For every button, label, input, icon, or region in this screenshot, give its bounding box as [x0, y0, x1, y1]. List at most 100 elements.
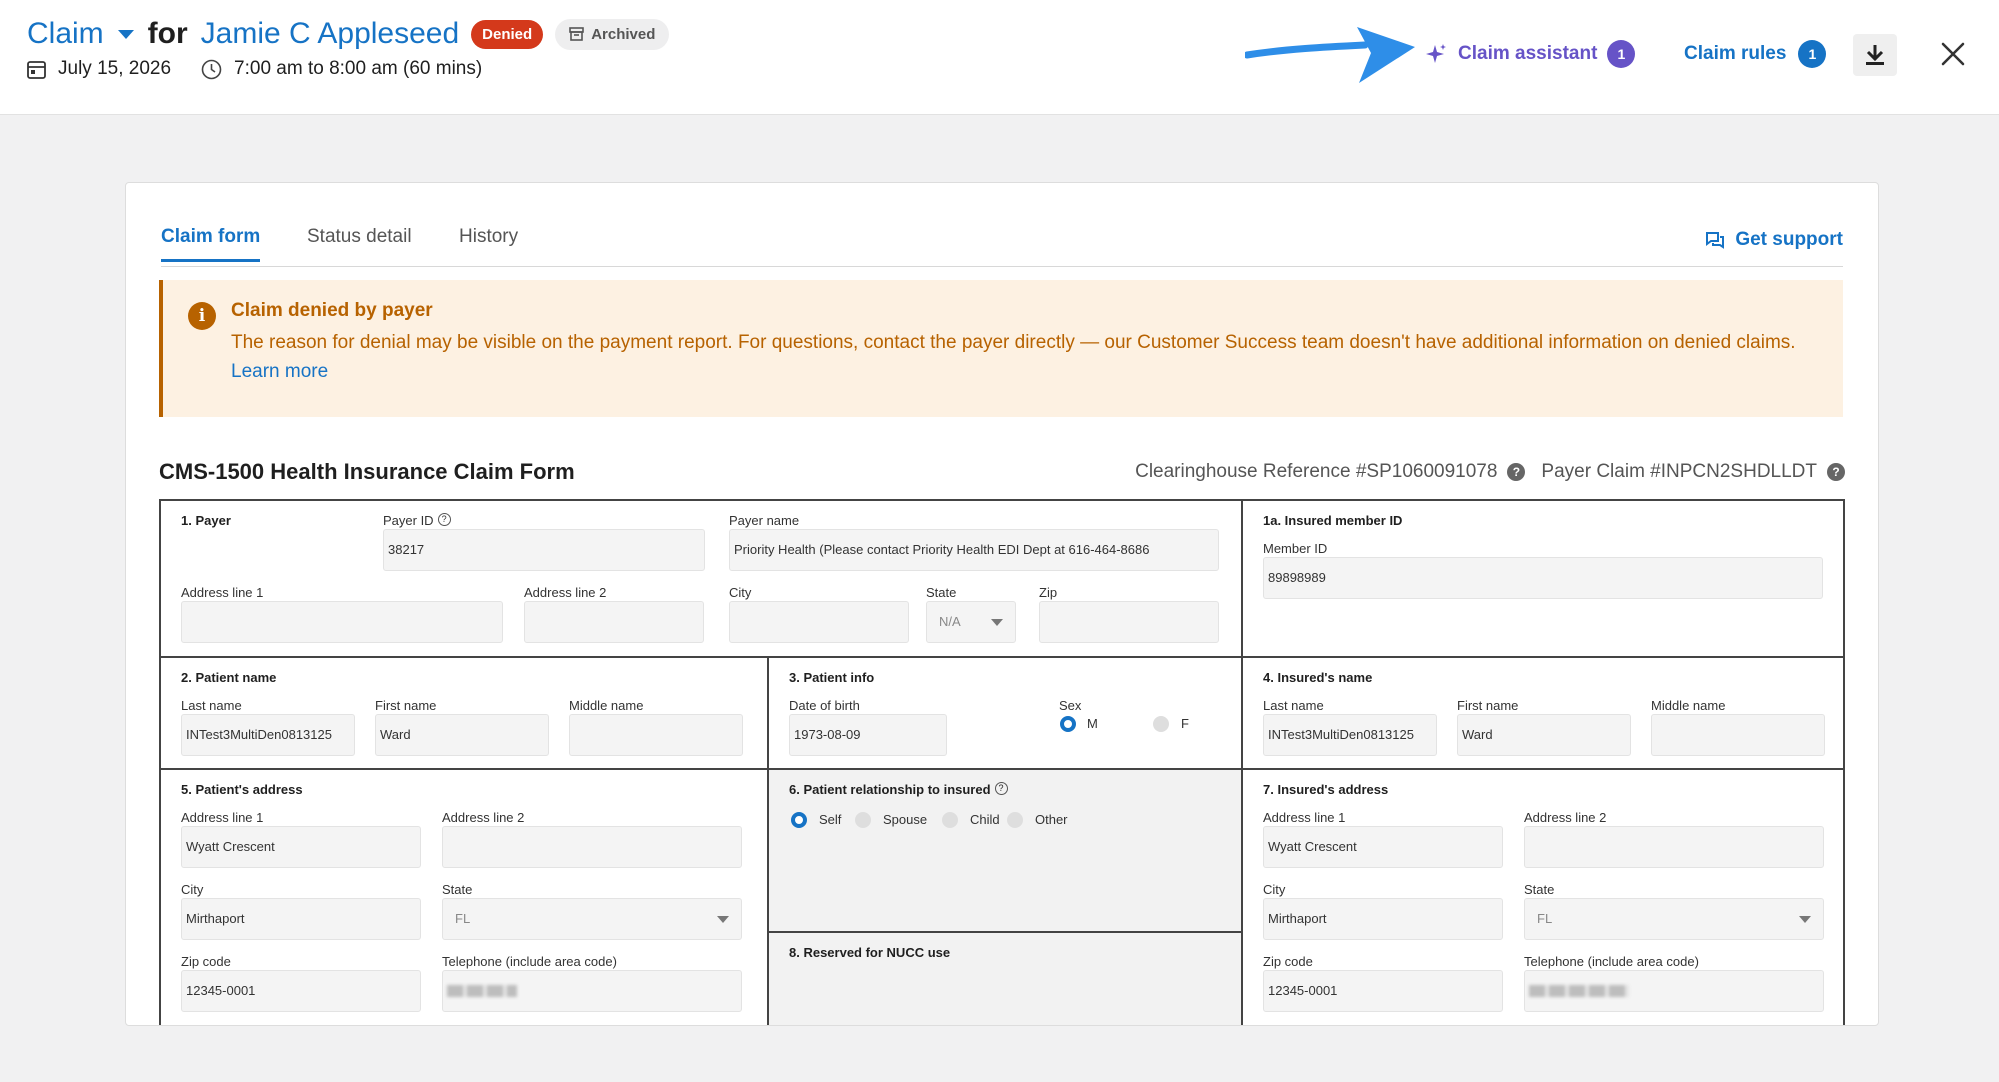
- insured-last-name-field[interactable]: INTest3MultiDen0813125: [1263, 714, 1437, 756]
- download-button[interactable]: [1853, 34, 1897, 76]
- patient-address2-field[interactable]: [442, 826, 742, 868]
- field-label: Address line 2: [524, 585, 607, 600]
- nucc-section: 8. Reserved for NUCC use: [767, 931, 1241, 1025]
- insured-first-name-field[interactable]: Ward: [1457, 714, 1631, 756]
- relationship-other-radio[interactable]: [1007, 812, 1023, 828]
- patient-state-select[interactable]: FL: [442, 898, 742, 940]
- sex-f-radio[interactable]: [1153, 716, 1169, 732]
- tab-bar: Claim form Status detail History: [161, 221, 1843, 267]
- patient-last-name-field[interactable]: INTest3MultiDen0813125: [181, 714, 355, 756]
- patient-name-link[interactable]: Jamie C Appleseed: [201, 17, 460, 51]
- payer-section: 1. Payer Payer ID? 38217 Payer name Prio…: [161, 501, 1241, 656]
- insured-name-section: 4. Insured's name Last name INTest3Multi…: [1241, 656, 1845, 768]
- payer-zip-field[interactable]: [1039, 601, 1219, 643]
- payer-address1-field[interactable]: [181, 601, 503, 643]
- get-support-button[interactable]: Get support: [1705, 229, 1843, 251]
- relationship-spouse-radio[interactable]: [855, 812, 871, 828]
- field-label: State: [442, 882, 473, 897]
- payer-id-field[interactable]: 38217: [383, 529, 705, 571]
- help-icon[interactable]: ?: [1827, 463, 1845, 481]
- help-icon[interactable]: ?: [1507, 463, 1526, 481]
- download-icon: [1866, 45, 1884, 65]
- insured-address-section: 7. Insured's address Address line 1 Wyat…: [1241, 768, 1845, 1025]
- field-label: State: [926, 585, 957, 600]
- insured-zip-field[interactable]: 12345-0001: [1263, 970, 1503, 1012]
- chevron-down-icon: [1799, 916, 1811, 923]
- payer-claim-number: Payer Claim #INPCN2SHDLLDT: [1541, 461, 1817, 482]
- section-title: 1. Payer: [181, 513, 231, 528]
- date-of-birth-field[interactable]: 1973-08-09: [789, 714, 947, 756]
- field-label: Address line 1: [181, 810, 264, 825]
- radio-label: F: [1181, 716, 1189, 731]
- tab-history[interactable]: History: [459, 226, 518, 248]
- insured-address1-field[interactable]: Wyatt Crescent: [1263, 826, 1503, 868]
- alert-body: The reason for denial may be visible on …: [231, 328, 1816, 386]
- claim-rules-label: Claim rules: [1684, 43, 1787, 64]
- relationship-self-radio[interactable]: [791, 812, 807, 828]
- claim-card: Claim form Status detail History Get sup…: [125, 182, 1879, 1026]
- section-title: 4. Insured's name: [1263, 670, 1373, 685]
- insured-phone-field[interactable]: [1524, 970, 1824, 1012]
- patient-address1-field[interactable]: Wyatt Crescent: [181, 826, 421, 868]
- claim-assistant-count: 1: [1607, 40, 1636, 68]
- section-title: 6. Patient relationship to insured?: [789, 782, 1008, 797]
- patient-zip-field[interactable]: 12345-0001: [181, 970, 421, 1012]
- field-label: Address line 2: [442, 810, 525, 825]
- patient-first-name-field[interactable]: Ward: [375, 714, 549, 756]
- info-icon: i: [188, 302, 216, 330]
- insured-state-select[interactable]: FL: [1524, 898, 1824, 940]
- sex-m-radio[interactable]: [1060, 716, 1076, 732]
- info-icon: ?: [994, 782, 1008, 795]
- select-value: FL: [455, 911, 471, 926]
- field-label: Payer ID?: [383, 513, 451, 528]
- payer-state-select[interactable]: N/A: [926, 601, 1016, 643]
- form-title: CMS-1500 Health Insurance Claim Form: [159, 459, 575, 484]
- section-title: 3. Patient info: [789, 670, 875, 685]
- chat-icon: [1706, 231, 1725, 249]
- clock-icon: [201, 59, 222, 79]
- clearinghouse-reference: Clearinghouse Reference #SP1060091078: [1135, 461, 1498, 482]
- chevron-down-icon: [717, 916, 729, 923]
- payer-name-field[interactable]: Priority Health (Please contact Priority…: [729, 529, 1219, 571]
- claim-rules-button[interactable]: Claim rules 1: [1684, 40, 1827, 68]
- patient-city-field[interactable]: Mirthaport: [181, 898, 421, 940]
- learn-more-link[interactable]: Learn more: [231, 361, 328, 382]
- chevron-down-icon[interactable]: [117, 29, 134, 39]
- appointment-time: 7:00 am to 8:00 am (60 mins): [234, 58, 483, 79]
- patient-phone-field[interactable]: [442, 970, 742, 1012]
- insured-city-field[interactable]: Mirthaport: [1263, 898, 1503, 940]
- radio-label: Spouse: [883, 812, 928, 827]
- field-label: City: [1263, 882, 1286, 897]
- patient-middle-name-field[interactable]: [569, 714, 743, 756]
- relationship-child-radio[interactable]: [942, 812, 958, 828]
- insured-middle-name-field[interactable]: [1651, 714, 1825, 756]
- alert-title: Claim denied by payer: [231, 300, 433, 321]
- tab-claim-form[interactable]: Claim form: [161, 226, 261, 262]
- select-value: N/A: [939, 614, 961, 629]
- section-title: 7. Insured's address: [1263, 782, 1389, 797]
- redacted-value: [1529, 985, 1629, 997]
- claim-menu-label[interactable]: Claim: [27, 17, 104, 51]
- section-title: 5. Patient's address: [181, 782, 303, 797]
- field-label: First name: [375, 698, 437, 713]
- field-label: Address line 2: [1524, 810, 1607, 825]
- close-icon[interactable]: [1937, 38, 1969, 70]
- for-label: for: [147, 17, 188, 50]
- insured-member-section: 1a. Insured member ID Member ID 89898989: [1241, 501, 1845, 656]
- field-label: Zip: [1039, 585, 1058, 600]
- field-label: Address line 1: [181, 585, 264, 600]
- payer-address2-field[interactable]: [524, 601, 704, 643]
- member-id-field[interactable]: 89898989: [1263, 557, 1823, 599]
- tab-status-detail[interactable]: Status detail: [307, 226, 412, 248]
- radio-label: Child: [970, 812, 1000, 827]
- field-label: Payer name: [729, 513, 800, 528]
- field-label: City: [729, 585, 752, 600]
- payer-city-field[interactable]: [729, 601, 909, 643]
- get-support-label: Get support: [1735, 229, 1843, 250]
- reference-numbers: Clearinghouse Reference #SP1060091078 ? …: [1135, 461, 1845, 483]
- field-label: Zip code: [1263, 954, 1313, 969]
- field-label: First name: [1457, 698, 1519, 713]
- insured-address2-field[interactable]: [1524, 826, 1824, 868]
- claim-assistant-button[interactable]: Claim assistant 1: [1424, 40, 1636, 68]
- appointment-info: July 15, 2026 7:00 am to 8:00 am (60 min…: [27, 58, 512, 80]
